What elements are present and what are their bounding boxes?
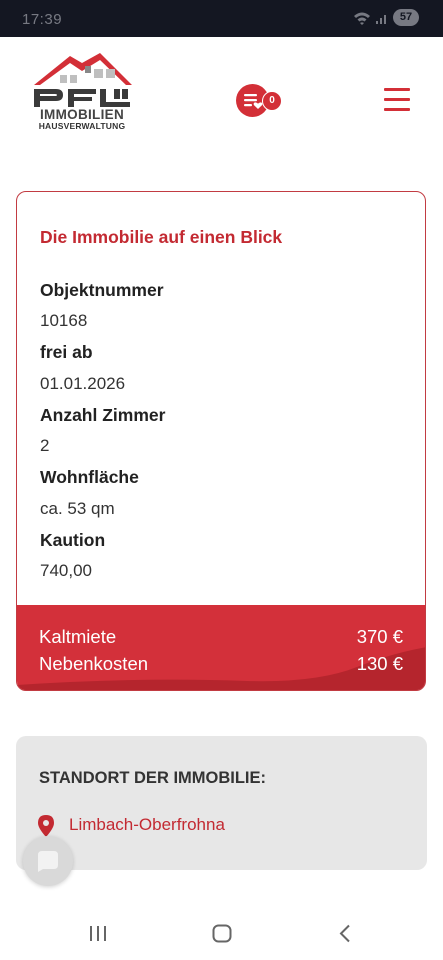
battery-indicator: 57	[393, 9, 419, 26]
site-header: IMMOBILIEN HAUSVERWALTUNG 0	[0, 37, 443, 152]
hamburger-icon	[384, 88, 410, 91]
home-icon[interactable]	[212, 924, 232, 943]
status-bar: 17:39 57	[0, 0, 443, 37]
hamburger-icon-line	[384, 98, 410, 101]
logo-brand-text: IMMOBILIEN	[40, 107, 124, 122]
recents-icon[interactable]	[88, 925, 108, 942]
status-time: 17:39	[22, 11, 63, 28]
fact-value: 10168	[40, 311, 88, 330]
fact-label: Objektnummer	[40, 280, 164, 300]
overview-title: Die Immobilie auf einen Blick	[40, 227, 283, 247]
chat-button[interactable]	[23, 836, 73, 886]
price-band: Kaltmiete 370 € Nebenkosten 130 €	[17, 605, 425, 690]
location-title: STANDORT DER IMMOBILIE:	[39, 769, 267, 787]
menu-button[interactable]	[384, 88, 411, 111]
location-panel: STANDORT DER IMMOBILIE: Limbach-Oberfroh…	[16, 736, 427, 870]
fact-value: ca. 53 qm	[40, 499, 115, 518]
fact-label: Anzahl Zimmer	[40, 405, 166, 425]
wifi-icon	[354, 12, 370, 25]
back-icon[interactable]	[338, 924, 352, 943]
price-value: 130 €	[356, 653, 403, 674]
favorites-count-badge: 0	[262, 91, 282, 111]
location-city[interactable]: Limbach-Oberfrohna	[69, 815, 225, 835]
hamburger-icon-line	[384, 108, 410, 111]
map-pin-icon	[38, 815, 54, 837]
price-value: 370 €	[356, 626, 403, 647]
signal-icon	[376, 14, 386, 24]
fact-label: Kaution	[40, 530, 106, 550]
fact-label: frei ab	[40, 342, 93, 362]
android-nav-bar	[0, 905, 443, 960]
fact-value: 01.01.2026	[40, 374, 126, 393]
logo-subtitle: HAUSVERWALTUNG	[38, 121, 126, 131]
favorites-list-icon	[243, 93, 262, 109]
price-label: Kaltmiete	[39, 626, 117, 647]
fact-value: 2	[40, 436, 50, 455]
fact-label: Wohnfläche	[40, 467, 139, 487]
property-overview-card: Die Immobilie auf einen Blick Objektnumm…	[16, 191, 426, 691]
status-icons: 57	[353, 9, 419, 26]
decorative-wave	[17, 647, 425, 690]
price-label: Nebenkosten	[39, 653, 149, 674]
fact-value: 740,00	[40, 561, 92, 580]
chat-bubble-icon	[38, 851, 58, 872]
